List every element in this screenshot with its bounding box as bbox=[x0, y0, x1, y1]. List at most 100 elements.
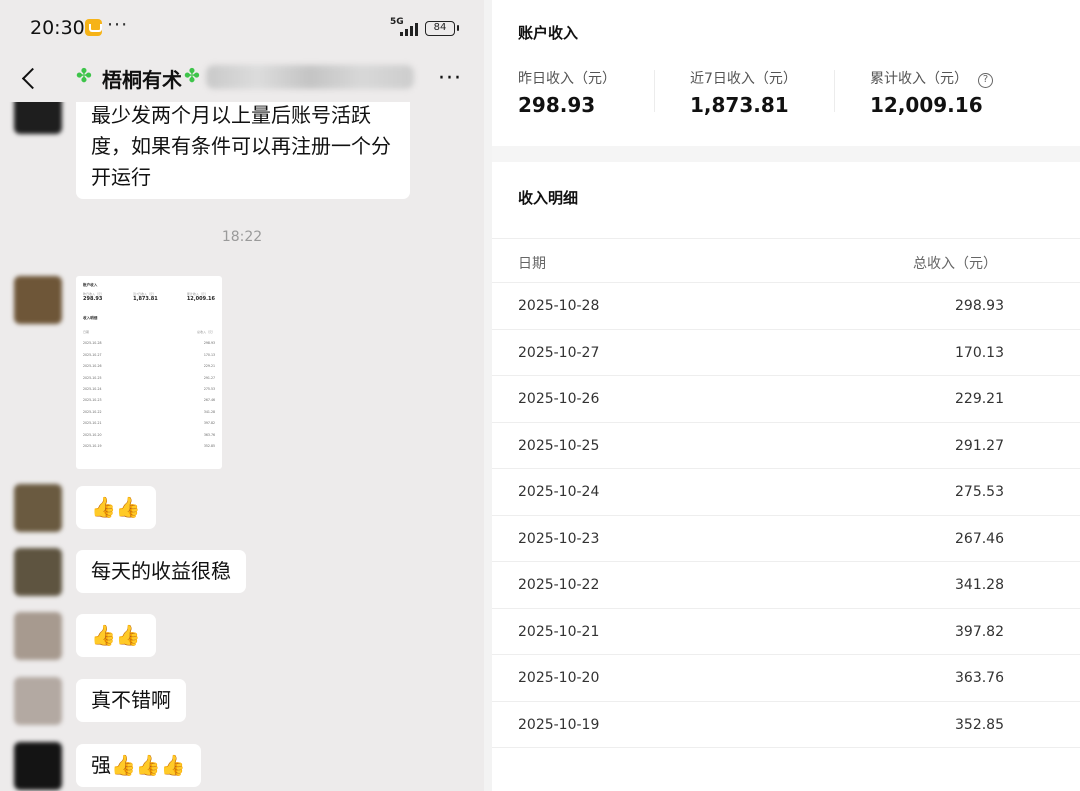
thumb-cell-date: 2025-10-19 bbox=[83, 443, 102, 448]
cell-date: 2025-10-20 bbox=[518, 670, 600, 686]
status-time: 20:30 bbox=[30, 17, 85, 39]
thumb-cell-amount: 352.85 bbox=[203, 443, 215, 448]
message-line: 开运行 bbox=[91, 165, 151, 189]
message-bubble[interactable]: 最少发两个月以上量后账号活跃 度，如果有条件可以再注册一个分 开运行 bbox=[76, 102, 410, 199]
thumb-cell-date: 2025-10-25 bbox=[83, 375, 102, 380]
stat-7days: 近7日收入（元） 1,873.81 bbox=[690, 68, 797, 117]
table-row: 2025-10-27 170.13 bbox=[492, 330, 1080, 376]
table-row: 2025-10-20 363.76 bbox=[492, 655, 1080, 702]
stat-value: 12,009.16 bbox=[870, 93, 983, 117]
message-bubble[interactable]: 真不错啊 bbox=[76, 679, 186, 722]
cell-date: 2025-10-23 bbox=[518, 530, 600, 547]
signal-icon bbox=[400, 22, 420, 36]
table-row: 2025-10-26 229.21 bbox=[492, 376, 1080, 423]
table-row: 2025-10-19 352.85 bbox=[492, 702, 1080, 748]
status-more-icon: ··· bbox=[107, 14, 129, 36]
cell-amount: 341.28 bbox=[955, 577, 1004, 593]
message-line: 度，如果有条件可以再注册一个分 bbox=[91, 134, 391, 158]
thumb-col-date: 日期 bbox=[83, 330, 90, 334]
stat-label-text: 累计收入（元） bbox=[870, 71, 968, 87]
panel-divider bbox=[484, 0, 492, 791]
cell-amount: 397.82 bbox=[955, 623, 1004, 640]
cell-date: 2025-10-22 bbox=[518, 577, 600, 593]
stat-divider bbox=[654, 70, 655, 112]
thumb-cell-date: 2025-10-24 bbox=[83, 386, 102, 391]
avatar[interactable] bbox=[14, 484, 62, 532]
thumb-stats: 昨日收入（元） 298.93 近7日收入（元） 1,873.81 累计收入（元） 12… bbox=[83, 292, 215, 302]
cell-amount: 363.76 bbox=[955, 670, 1004, 686]
chat-header: ✤ 梧桐有术 ✤ ··· bbox=[0, 56, 484, 102]
cell-amount: 291.27 bbox=[955, 437, 1004, 454]
thumb-cell-amount: 275.53 bbox=[203, 386, 215, 391]
account-income-card: 账户收入 昨日收入（元） 298.93 近7日收入（元） 1,873.81 累计… bbox=[492, 0, 1080, 146]
thumb-cell-date: 2025-10-23 bbox=[83, 398, 102, 403]
help-circle-icon[interactable]: ? bbox=[978, 73, 993, 88]
table-header: 日期 总收入（元） bbox=[492, 238, 1080, 283]
chat-screen: 20:30 ··· 5G 84 ✤ 梧桐有术 ✤ ··· 最少发两个月以上量后账… bbox=[0, 0, 484, 791]
cell-amount: 267.46 bbox=[955, 530, 1004, 547]
clover-icon: ✤ bbox=[184, 65, 200, 87]
thumb-detail-title: 收入明细 bbox=[83, 316, 98, 320]
stat-label: 昨日收入（元） bbox=[518, 71, 616, 87]
back-arrow-icon[interactable] bbox=[19, 68, 41, 90]
cell-date: 2025-10-26 bbox=[518, 391, 600, 407]
message-list[interactable]: 最少发两个月以上量后账号活跃 度，如果有条件可以再注册一个分 开运行 18:22… bbox=[0, 102, 484, 791]
thumb-cell-amount: 267.46 bbox=[203, 398, 215, 403]
thumb-cell-date: 2025-10-20 bbox=[83, 432, 102, 437]
message-line: 最少发两个月以上量后账号活跃 bbox=[91, 103, 371, 127]
cell-date: 2025-10-24 bbox=[518, 484, 600, 500]
thumb-cell-amount: 229.21 bbox=[203, 364, 215, 369]
message-bubble[interactable]: 强👍👍👍 bbox=[76, 744, 201, 787]
notification-app-icon bbox=[85, 19, 102, 36]
cell-amount: 229.21 bbox=[955, 391, 1004, 407]
thumb-stat-value: 1,873.81 bbox=[133, 296, 158, 302]
table-row: 2025-10-24 275.53 bbox=[492, 469, 1080, 516]
income-panel: 账户收入 昨日收入（元） 298.93 近7日收入（元） 1,873.81 累计… bbox=[492, 0, 1080, 791]
battery-icon: 84 bbox=[425, 21, 459, 36]
avatar[interactable] bbox=[14, 548, 62, 596]
stat-value: 298.93 bbox=[518, 93, 596, 117]
table-row: 2025-10-25 291.27 bbox=[492, 423, 1080, 469]
avatar[interactable] bbox=[14, 102, 62, 134]
status-bar: 20:30 ··· 5G 84 bbox=[0, 0, 484, 56]
thumb-col-amount: 总收入（元） bbox=[196, 330, 215, 334]
thumb-cell-amount: 341.28 bbox=[203, 409, 215, 414]
avatar[interactable] bbox=[14, 612, 62, 660]
message-bubble[interactable]: 👍👍 bbox=[76, 614, 156, 657]
thumb-cell-amount: 298.93 bbox=[203, 341, 215, 346]
avatar[interactable] bbox=[14, 677, 62, 725]
table-row: 2025-10-22 341.28 bbox=[492, 562, 1080, 609]
cell-amount: 170.13 bbox=[955, 344, 1004, 361]
avatar[interactable] bbox=[14, 742, 62, 790]
cell-amount: 352.85 bbox=[955, 716, 1004, 733]
thumb-cell-amount: 363.76 bbox=[203, 432, 215, 437]
thumb-summary-title: 账户收入 bbox=[83, 283, 98, 287]
stat-label: 累计收入（元）? bbox=[870, 68, 993, 88]
cell-date: 2025-10-25 bbox=[518, 437, 600, 454]
chat-title: 梧桐有术 bbox=[102, 68, 182, 92]
thumb-stat-value: 298.93 bbox=[83, 296, 103, 302]
cell-amount: 275.53 bbox=[955, 484, 1004, 500]
thumb-cell-date: 2025-10-27 bbox=[83, 352, 102, 357]
thumb-cell-amount: 291.27 bbox=[203, 375, 215, 380]
thumb-cell-date: 2025-10-21 bbox=[83, 421, 102, 426]
clover-icon: ✤ bbox=[76, 65, 92, 87]
message-bubble[interactable]: 👍👍 bbox=[76, 486, 156, 529]
income-detail-card: 收入明细 日期 总收入（元） 2025-10-28 298.93 2025-10-… bbox=[492, 162, 1080, 791]
avatar[interactable] bbox=[14, 276, 62, 324]
cell-date: 2025-10-28 bbox=[518, 298, 600, 314]
stat-value: 1,873.81 bbox=[690, 93, 789, 117]
message-timestamp: 18:22 bbox=[221, 229, 263, 245]
thumb-stat-value: 12,009.16 bbox=[186, 296, 215, 302]
stat-divider bbox=[834, 70, 835, 112]
message-bubble[interactable]: 每天的收益很稳 bbox=[76, 550, 246, 593]
cell-date: 2025-10-27 bbox=[518, 344, 600, 361]
thumb-cell-amount: 397.82 bbox=[203, 421, 215, 426]
table-row: 2025-10-23 267.46 bbox=[492, 516, 1080, 562]
thumb-cell-date: 2025-10-22 bbox=[83, 409, 102, 414]
cell-amount: 298.93 bbox=[955, 298, 1004, 314]
table-row: 2025-10-21 397.82 bbox=[492, 609, 1080, 655]
image-message-thumbnail[interactable]: 账户收入 昨日收入（元） 298.93 近7日收入（元） 1,873.81 累计收入… bbox=[76, 276, 222, 469]
menu-dots-icon[interactable]: ··· bbox=[438, 66, 462, 91]
column-header-date: 日期 bbox=[518, 256, 546, 272]
